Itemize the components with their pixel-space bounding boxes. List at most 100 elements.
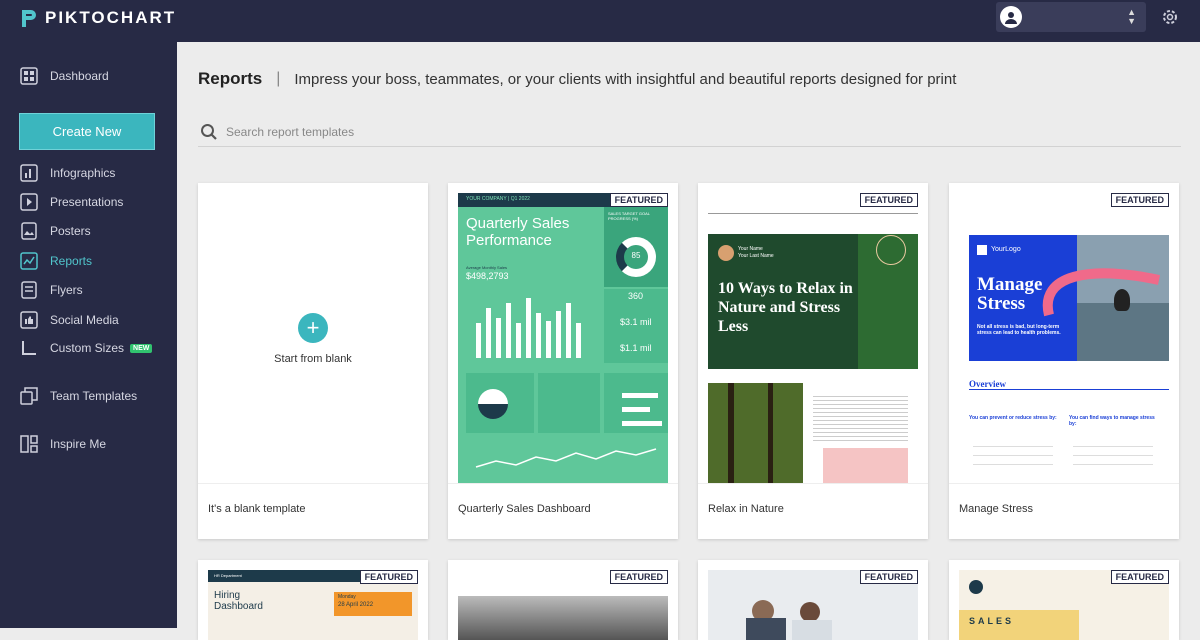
card-divider <box>448 483 678 484</box>
thumb-stat1: 360 <box>628 291 644 301</box>
team-templates-icon <box>20 387 38 405</box>
main-content: Reports | Impress your boss, teammates, … <box>177 42 1200 640</box>
brand-name: PIKTOCHART <box>45 8 177 27</box>
sidebar-item-label: Flyers <box>50 283 83 297</box>
sidebar-item-custom-sizes[interactable]: Custom Sizes NEW <box>20 338 153 358</box>
card-caption: Manage Stress <box>959 503 1033 515</box>
card-divider <box>198 483 428 484</box>
thumb-author2: Your Last Name <box>738 253 774 259</box>
card-caption: Quarterly Sales Dashboard <box>458 503 591 515</box>
gear-icon[interactable] <box>1160 7 1180 27</box>
thumb-body: Not all stress is bad, but long-term str… <box>977 324 1061 336</box>
title-separator: | <box>276 70 281 87</box>
thumb-company: YOUR COMPANY | Q1 2022 <box>466 196 530 202</box>
thumb-dept: HR Department <box>214 573 242 578</box>
custom-size-icon <box>20 339 38 357</box>
template-card-manage-stress[interactable]: FEATURED YourLogo Manage Stress Not all … <box>949 183 1179 539</box>
thumb-day: Monday <box>338 594 356 600</box>
template-card-quarterly-sales[interactable]: FEATURED YOUR COMPANY | Q1 2022 Quarterl… <box>448 183 678 539</box>
thumb-overview: Overview <box>969 379 1006 389</box>
thumb-author1: Your Name <box>738 246 763 252</box>
start-from-blank[interactable]: + Start from blank <box>198 313 428 365</box>
page-header: Reports | Impress your boss, teammates, … <box>198 69 956 89</box>
thumb-avg-value: $498,2793 <box>466 271 509 281</box>
thumb-stat2: $3.1 mil <box>620 317 652 327</box>
card-divider <box>949 483 1179 484</box>
sidebar-item-label: Team Templates <box>50 389 138 403</box>
report-icon <box>20 252 38 270</box>
sidebar-item-label: Posters <box>50 224 91 238</box>
plus-icon: + <box>298 313 328 343</box>
thumb-headline: Quarterly Sales Performance <box>466 215 570 249</box>
inspire-me-icon <box>20 435 38 453</box>
thumb-bar-chart <box>476 298 581 358</box>
thumb-logo: YourLogo <box>991 246 1021 253</box>
flyer-icon <box>20 281 38 299</box>
sidebar-item-infographics[interactable]: Infographics <box>20 163 115 183</box>
template-thumbnail: YOUR COMPANY | Q1 2022 Quarterly Sales P… <box>458 193 668 483</box>
chevron-updown-icon: ▲ ▼ <box>1127 7 1136 26</box>
card-caption: Relax in Nature <box>708 503 784 515</box>
create-new-button[interactable]: Create New <box>19 113 155 150</box>
card-caption: It's a blank template <box>208 503 306 515</box>
thumb-col1: You can prevent or reduce stress by: <box>969 415 1057 421</box>
search-bar <box>198 117 1181 147</box>
piktochart-logo[interactable]: PIKTOCHART <box>19 7 176 29</box>
sidebar-item-label: Inspire Me <box>50 437 107 451</box>
template-thumbnail: YourLogo Manage Stress Not all stress is… <box>959 193 1169 483</box>
sidebar-item-dashboard[interactable]: Dashboard <box>20 66 109 86</box>
social-media-icon <box>20 311 38 329</box>
template-card-hiring-dashboard[interactable]: FEATURED HR Department Hiring Dashboard … <box>198 560 428 640</box>
template-thumbnail: Your Name Your Last Name 10 Ways to Rela… <box>708 193 918 483</box>
thumb-headline: Hiring Dashboard <box>214 590 263 612</box>
start-from-blank-label: Start from blank <box>274 353 352 365</box>
sidebar: Dashboard Create New Infographics Presen… <box>0 42 177 628</box>
piktochart-logo-icon <box>22 10 36 27</box>
sidebar-item-flyers[interactable]: Flyers <box>20 280 83 300</box>
thumb-headline: Manage Stress <box>977 274 1043 314</box>
featured-badge: FEATURED <box>859 570 918 584</box>
featured-badge: FEATURED <box>859 193 918 207</box>
presentation-icon <box>20 193 38 211</box>
sidebar-item-label: Social Media <box>50 313 119 327</box>
poster-icon <box>20 222 38 240</box>
featured-badge: FEATURED <box>609 193 668 207</box>
sidebar-item-inspire-me[interactable]: Inspire Me <box>20 434 106 454</box>
sidebar-item-label: Dashboard <box>50 69 109 83</box>
dashboard-icon <box>20 67 38 85</box>
sidebar-item-label: Infographics <box>50 166 116 180</box>
thumb-col2: You can find ways to manage stress by: <box>1069 415 1155 427</box>
new-badge: NEW <box>130 343 153 353</box>
thumb-avg-label: Average Monthly Sales <box>466 265 508 270</box>
featured-badge: FEATURED <box>359 570 418 584</box>
thumb-goal-value: 85 <box>631 251 641 260</box>
bar-chart-icon <box>20 164 38 182</box>
sidebar-item-social-media[interactable]: Social Media <box>20 310 119 330</box>
sidebar-item-team-templates[interactable]: Team Templates <box>20 386 137 406</box>
sidebar-item-posters[interactable]: Posters <box>20 221 91 241</box>
sidebar-item-label: Presentations <box>50 195 124 209</box>
sidebar-item-presentations[interactable]: Presentations <box>20 192 123 212</box>
sidebar-item-label: Reports <box>50 254 93 268</box>
account-selector[interactable]: ▲ ▼ <box>996 2 1146 32</box>
thumb-line-chart <box>475 448 657 468</box>
page-subtitle: Impress your boss, teammates, or your cl… <box>294 70 957 88</box>
sidebar-item-label: Custom Sizes <box>50 341 125 355</box>
featured-badge: FEATURED <box>1110 570 1169 584</box>
page-title: Reports <box>198 69 263 88</box>
thumb-date: 28 April 2022 <box>338 602 374 608</box>
top-bar: PIKTOCHART ▲ ▼ <box>0 0 1200 42</box>
thumb-headline: SALES <box>969 616 1015 626</box>
featured-badge: FEATURED <box>609 570 668 584</box>
sidebar-item-reports[interactable]: Reports <box>20 251 92 271</box>
featured-badge: FEATURED <box>1110 193 1169 207</box>
search-input[interactable] <box>226 124 826 139</box>
user-icon <box>1005 12 1017 24</box>
template-card-project-report[interactable]: FEATURED <box>448 560 678 640</box>
card-divider <box>698 483 928 484</box>
template-card-blank[interactable]: + Start from blank It's a blank template <box>198 183 428 539</box>
template-card-relax-in-nature[interactable]: FEATURED Your Name Your Last Name 10 Way… <box>698 183 928 539</box>
template-card-business-report[interactable]: FEATURED <box>698 560 928 640</box>
search-icon <box>201 123 217 140</box>
template-card-sales-report[interactable]: FEATURED SALES <box>949 560 1179 640</box>
